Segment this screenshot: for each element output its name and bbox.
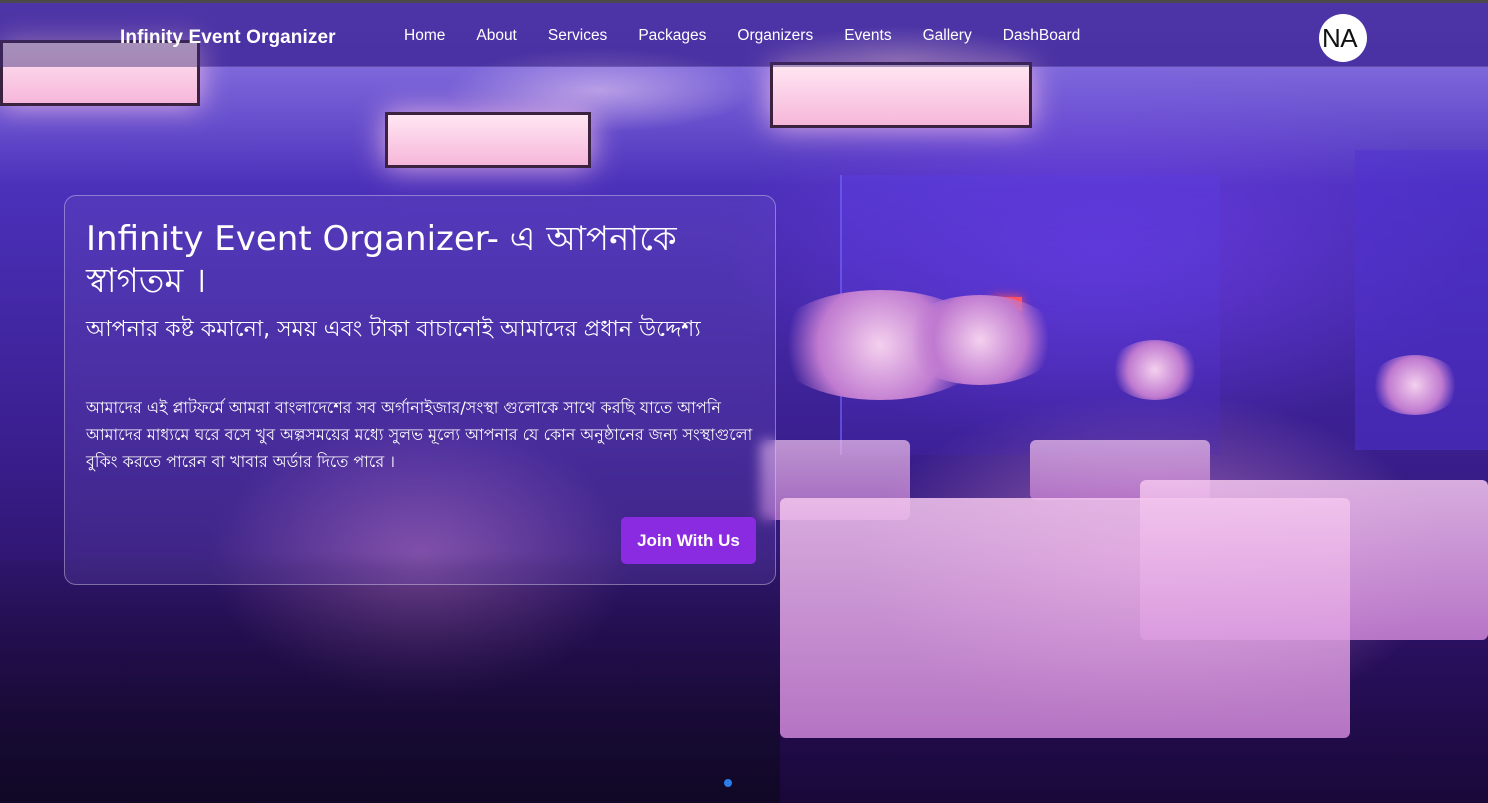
- flower-centerpiece: [900, 295, 1060, 385]
- brand-logo-text[interactable]: Infinity Event Organizer: [120, 27, 336, 49]
- avatar-initials: NA: [1322, 22, 1358, 53]
- nav-link-home[interactable]: Home: [392, 27, 457, 45]
- nav-link-organizers[interactable]: Organizers: [725, 27, 825, 45]
- nav-link-services[interactable]: Services: [536, 27, 619, 45]
- ceiling: [0, 66, 1488, 186]
- hero-title: Infinity Event Organizer- এ আপনাকে স্বাগ…: [86, 219, 677, 301]
- user-avatar[interactable]: NA: [1319, 14, 1367, 62]
- nav-links: Home About Services Packages Organizers …: [392, 27, 1099, 45]
- ceiling-light: [385, 112, 591, 168]
- nav-link-packages[interactable]: Packages: [626, 27, 718, 45]
- dance-floor: [0, 560, 780, 803]
- hero-card: Infinity Event Organizer- এ আপনাকে স্বাগ…: [64, 195, 776, 585]
- nav-link-gallery[interactable]: Gallery: [911, 27, 984, 45]
- ceiling-light: [770, 62, 1032, 128]
- join-with-us-button[interactable]: Join With Us: [621, 517, 756, 564]
- nav-link-about[interactable]: About: [464, 27, 529, 45]
- hero-description: আমাদের এই প্লাটফর্মে আমরা বাংলাদেশের সব …: [86, 398, 753, 471]
- flower-centerpiece: [1110, 340, 1200, 400]
- nav-link-events[interactable]: Events: [832, 27, 903, 45]
- hero-subtitle: আপনার কষ্ট কমানো, সময় এবং টাকা বাচানোই …: [86, 317, 701, 342]
- carousel-indicator[interactable]: [724, 779, 732, 787]
- banquet-table: [780, 498, 1350, 738]
- nav-link-dashboard[interactable]: DashBoard: [991, 27, 1093, 45]
- flower-centerpiece: [1370, 355, 1460, 415]
- navbar: Infinity Event Organizer Home About Serv…: [0, 0, 1488, 67]
